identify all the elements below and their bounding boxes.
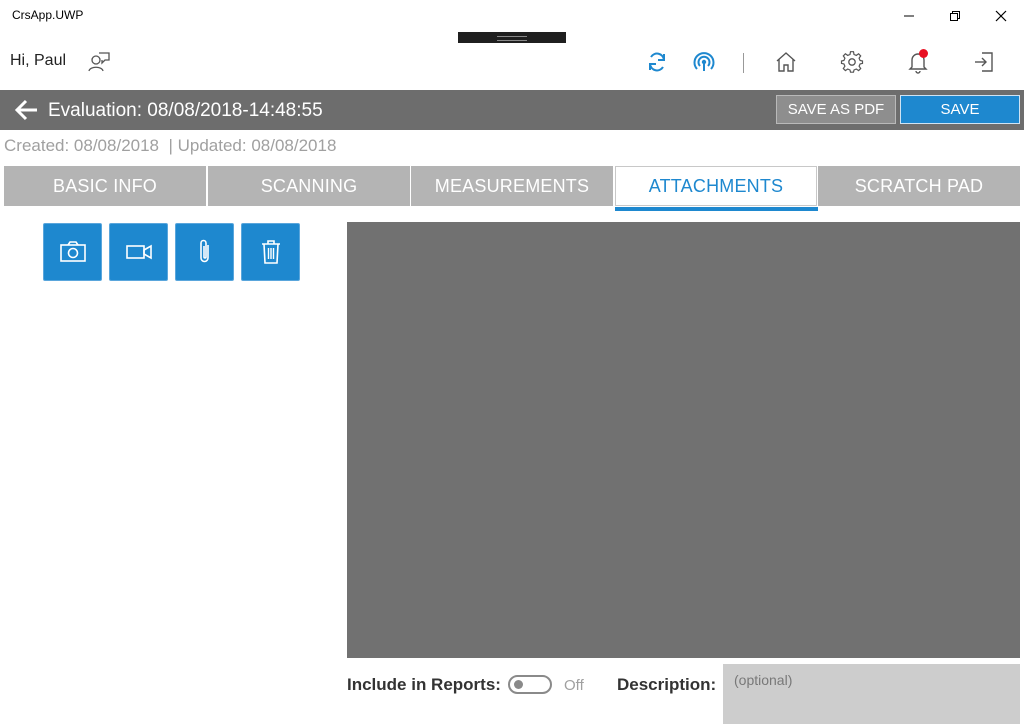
home-icon	[776, 52, 796, 72]
feedback-button[interactable]	[87, 50, 111, 74]
sync-icon	[649, 52, 665, 72]
back-button[interactable]	[14, 98, 40, 122]
notification-badge	[919, 49, 928, 58]
gear-icon	[840, 51, 864, 73]
save-as-pdf-button[interactable]: SAVE AS PDF	[776, 95, 896, 124]
sign-out-icon	[975, 52, 993, 72]
active-tab-indicator	[615, 207, 818, 211]
user-greeting: Hi, Paul	[10, 52, 67, 69]
wireless-signal-icon	[693, 52, 715, 71]
attachment-preview	[347, 222, 1020, 658]
delete-attachment-button[interactable]	[241, 223, 300, 281]
close-button[interactable]	[978, 0, 1024, 32]
home-button[interactable]	[774, 50, 798, 74]
app-header: Hi, Paul	[0, 32, 1024, 90]
description-input[interactable]	[723, 664, 1020, 724]
sign-out-button[interactable]	[972, 50, 996, 74]
include-in-reports-toggle[interactable]	[508, 675, 552, 694]
notifications-button[interactable]	[906, 49, 930, 74]
tab-bar: BASIC INFO SCANNING MEASUREMENTS ATTACHM…	[4, 166, 1020, 212]
take-photo-button[interactable]	[43, 223, 102, 281]
toggle-state-label: Off	[564, 677, 584, 694]
video-camera-icon	[125, 244, 152, 260]
app-title: CrsApp.UWP	[12, 8, 84, 22]
tab-scanning[interactable]: SCANNING	[208, 166, 410, 206]
close-icon	[995, 10, 1007, 22]
settings-button[interactable]	[840, 50, 864, 74]
evaluation-title: Evaluation: 08/08/2018-14:48:55	[48, 100, 323, 121]
paperclip-icon	[199, 239, 209, 263]
camera-icon	[59, 241, 86, 262]
restore-icon	[950, 11, 960, 21]
save-button[interactable]: SAVE	[900, 95, 1020, 124]
person-feedback-icon	[88, 52, 110, 72]
description-label: Description:	[617, 675, 717, 694]
minimize-icon	[904, 15, 914, 17]
evaluation-bar: Evaluation: 08/08/2018-14:48:55 SAVE AS …	[0, 90, 1024, 130]
restore-button[interactable]	[932, 0, 978, 32]
include-in-reports-label: Include in Reports:	[347, 675, 501, 694]
toggle-knob	[514, 680, 523, 689]
minimize-button[interactable]	[886, 0, 932, 32]
title-bar: CrsApp.UWP	[0, 0, 1024, 32]
back-arrow-icon	[14, 99, 37, 121]
tab-attachments[interactable]: ATTACHMENTS	[615, 166, 817, 206]
evaluation-dates: Created: 08/08/2018 | Updated: 08/08/201…	[4, 136, 337, 155]
sync-button[interactable]	[645, 50, 669, 74]
tab-measurements[interactable]: MEASUREMENTS	[411, 166, 613, 206]
attach-file-button[interactable]	[175, 223, 234, 281]
tab-basic-info[interactable]: BASIC INFO	[4, 166, 206, 206]
record-video-button[interactable]	[109, 223, 168, 281]
header-divider	[743, 53, 744, 73]
trash-icon	[261, 240, 280, 264]
tab-scratch-pad[interactable]: SCRATCH PAD	[818, 166, 1020, 206]
wireless-button[interactable]	[692, 50, 716, 74]
